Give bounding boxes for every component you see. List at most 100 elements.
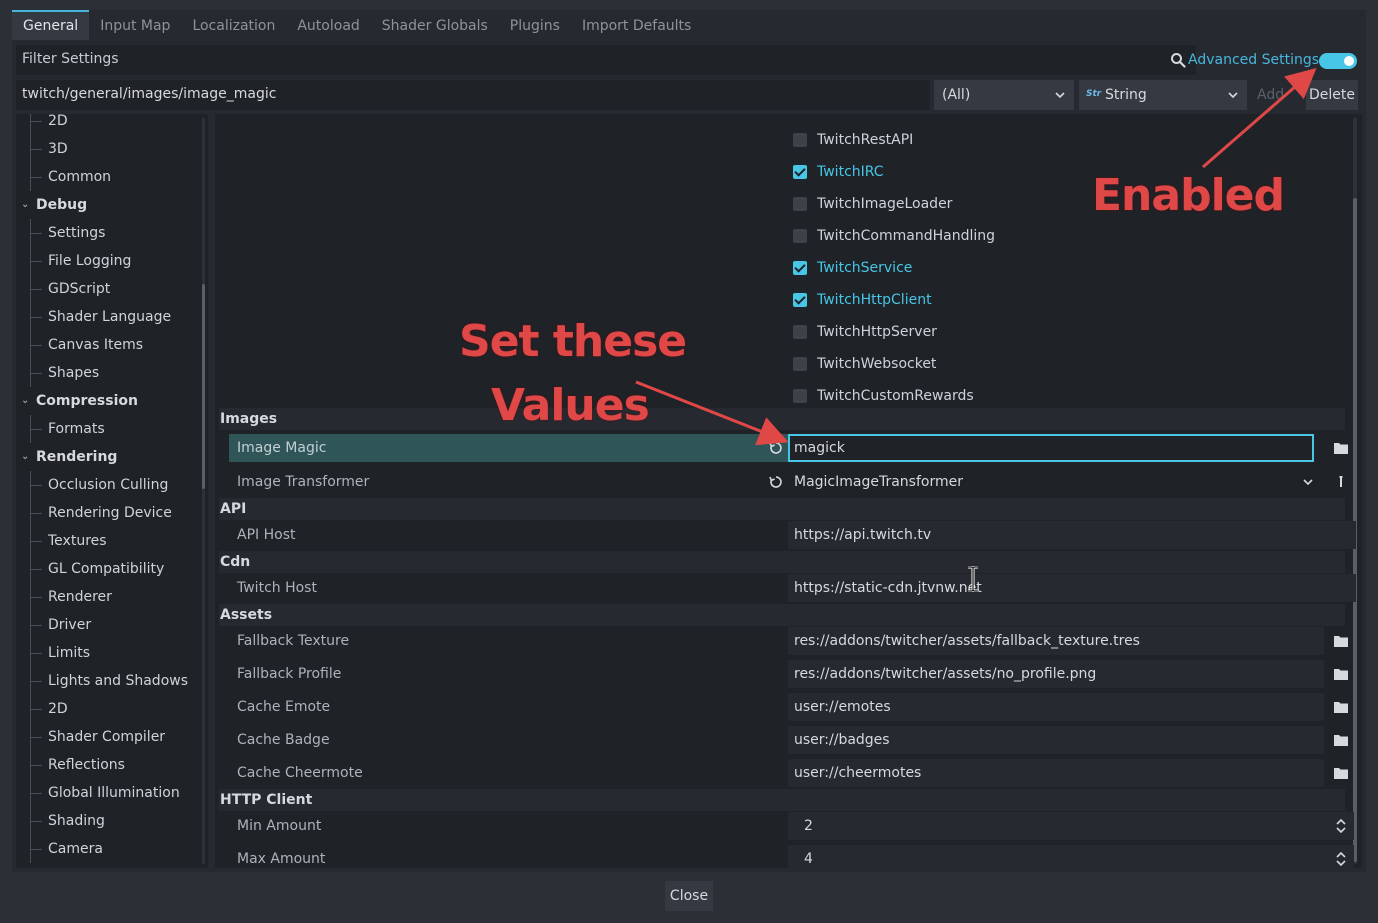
sidebar-item-2d[interactable]: 2D <box>16 695 202 723</box>
sidebar-item-shader-language[interactable]: Shader Language <box>16 303 202 331</box>
sidebar-item-shading[interactable]: Shading <box>16 807 202 835</box>
sidebar-item-textures[interactable]: Textures <box>16 527 202 555</box>
fallback-texture-folder-button[interactable] <box>1328 627 1354 655</box>
checkbox-unchecked-icon[interactable] <box>793 325 807 339</box>
image-magic-input[interactable]: magick <box>788 434 1314 462</box>
sidebar-item-camera[interactable]: Camera <box>16 835 202 863</box>
plugin-checkbox-row[interactable]: TwitchCommandHandling <box>793 222 995 250</box>
checkbox-unchecked-icon[interactable] <box>793 133 807 147</box>
plugin-checkbox-row[interactable]: TwitchWebsocket <box>793 350 936 378</box>
scope-dropdown[interactable]: (All) <box>934 80 1074 110</box>
plugin-checkbox-row[interactable]: TwitchRestAPI <box>793 126 913 154</box>
sidebar-item-gl-compatibility[interactable]: GL Compatibility <box>16 555 202 583</box>
chevron-down-icon[interactable]: ⌄ <box>21 387 29 415</box>
add-button[interactable]: Add <box>1257 87 1284 103</box>
plugin-checkbox-row[interactable]: TwitchHttpServer <box>793 318 937 346</box>
cache-cheermote-value: user://cheermotes <box>794 765 922 781</box>
sidebar-item-label: Limits <box>48 645 90 661</box>
cache-cheermote-input[interactable]: user://cheermotes <box>788 759 1324 787</box>
prop-image-transformer-label: Image Transformer <box>237 474 370 490</box>
fallback-profile-folder-button[interactable] <box>1328 660 1354 688</box>
plugin-checkbox-row[interactable]: TwitchHttpClient <box>793 286 932 314</box>
checkbox-unchecked-icon[interactable] <box>793 357 807 371</box>
sidebar-item-rendering-device[interactable]: Rendering Device <box>16 499 202 527</box>
tab-autoload[interactable]: Autoload <box>286 10 370 40</box>
fallback-profile-input[interactable]: res://addons/twitcher/assets/no_profile.… <box>788 660 1324 688</box>
sidebar-item-label: Shader Compiler <box>48 729 166 745</box>
checkbox-unchecked-icon[interactable] <box>793 389 807 403</box>
sidebar-scrollbar-thumb[interactable] <box>202 284 205 489</box>
sidebar-item-debug[interactable]: ⌄ Debug <box>16 191 202 219</box>
cache-badge-input[interactable]: user://badges <box>788 726 1324 754</box>
close-button[interactable]: Close <box>665 881 713 911</box>
sidebar-item-shader-compiler[interactable]: Shader Compiler <box>16 723 202 751</box>
delete-button[interactable]: Delete <box>1306 80 1358 110</box>
advanced-settings-toggle[interactable] <box>1319 53 1357 69</box>
tab-general[interactable]: General <box>12 10 90 40</box>
sidebar-item-shapes[interactable]: Shapes <box>16 359 202 387</box>
tab-import-defaults[interactable]: Import Defaults <box>571 10 702 40</box>
sidebar-item-canvas-items[interactable]: Canvas Items <box>16 331 202 359</box>
checkbox-checked-icon[interactable] <box>793 261 807 275</box>
min-amount-spinbox[interactable]: 2 <box>788 812 1354 840</box>
revert-icon[interactable] <box>768 440 784 456</box>
plugin-checkbox-row[interactable]: TwitchIRC <box>793 158 884 186</box>
filter-settings-input[interactable]: Filter Settings <box>16 45 1196 75</box>
twitch-host-input[interactable]: https://static-cdn.jtvnw.net <box>788 574 1356 602</box>
folder-icon <box>1334 669 1348 680</box>
cache-emote-folder-button[interactable] <box>1328 693 1354 721</box>
image-transformer-options-button[interactable] <box>1328 468 1354 496</box>
checkbox-checked-icon[interactable] <box>793 293 807 307</box>
chevron-down-icon[interactable]: ⌄ <box>21 191 29 219</box>
revert-icon[interactable] <box>768 474 784 490</box>
image-transformer-dropdown[interactable]: MagicImageTransformer <box>788 468 1328 496</box>
cache-cheermote-folder-button[interactable] <box>1328 759 1354 787</box>
sidebar-scrollbar-track[interactable] <box>202 118 205 864</box>
checkbox-unchecked-icon[interactable] <box>793 229 807 243</box>
cache-emote-value: user://emotes <box>794 699 891 715</box>
tab-localization[interactable]: Localization <box>181 10 286 40</box>
folder-icon <box>1334 735 1348 746</box>
scope-dropdown-label: (All) <box>942 87 971 103</box>
stepper-icon[interactable] <box>1336 818 1346 834</box>
fallback-texture-input[interactable]: res://addons/twitcher/assets/fallback_te… <box>788 627 1324 655</box>
sidebar-item-global-illumination[interactable]: Global Illumination <box>16 779 202 807</box>
sidebar-item-common[interactable]: Common <box>16 163 202 191</box>
cache-emote-input[interactable]: user://emotes <box>788 693 1324 721</box>
settings-inspector: Images Image Magic magick Image Transfor… <box>215 114 1362 868</box>
sidebar-item-compression[interactable]: ⌄ Compression <box>16 387 202 415</box>
tab-input-map[interactable]: Input Map <box>89 10 181 40</box>
api-host-input[interactable]: https://api.twitch.tv <box>788 521 1356 549</box>
sidebar-item-driver[interactable]: Driver <box>16 611 202 639</box>
sidebar-item-occlusion-culling[interactable]: Occlusion Culling <box>16 471 202 499</box>
sidebar-item-limits[interactable]: Limits <box>16 639 202 667</box>
stepper-icon[interactable] <box>1336 851 1346 867</box>
sidebar-item-2d[interactable]: 2D <box>16 114 202 135</box>
max-amount-spinbox[interactable]: 4 <box>788 845 1354 868</box>
image-magic-folder-button[interactable] <box>1328 434 1354 462</box>
plugin-checkbox-row[interactable]: TwitchImageLoader <box>793 190 952 218</box>
sidebar-item-reflections[interactable]: Reflections <box>16 751 202 779</box>
sidebar-item-rendering[interactable]: ⌄ Rendering <box>16 443 202 471</box>
plugin-checkbox-row[interactable]: TwitchCustomRewards <box>793 382 974 410</box>
search-icon <box>1171 53 1186 68</box>
sidebar-item-label: Global Illumination <box>48 785 180 801</box>
sidebar-item-settings[interactable]: Settings <box>16 219 202 247</box>
sidebar-item-gdscript[interactable]: GDScript <box>16 275 202 303</box>
group-api: API <box>219 498 1345 520</box>
sidebar-item-renderer[interactable]: Renderer <box>16 583 202 611</box>
cache-badge-folder-button[interactable] <box>1328 726 1354 754</box>
plugin-checkbox-row[interactable]: TwitchService <box>793 254 912 282</box>
checkbox-checked-icon[interactable] <box>793 165 807 179</box>
sidebar-item-formats[interactable]: Formats <box>16 415 202 443</box>
tab-shader-globals[interactable]: Shader Globals <box>371 10 499 40</box>
setting-path-input[interactable]: twitch/general/images/image_magic <box>16 80 930 110</box>
sidebar-item-3d[interactable]: 3D <box>16 135 202 163</box>
prop-image-magic-label[interactable]: Image Magic <box>229 434 789 462</box>
checkbox-unchecked-icon[interactable] <box>793 197 807 211</box>
sidebar-item-file-logging[interactable]: File Logging <box>16 247 202 275</box>
type-dropdown[interactable]: Str String <box>1079 80 1247 110</box>
sidebar-item-lights-and-shadows[interactable]: Lights and Shadows <box>16 667 202 695</box>
chevron-down-icon[interactable]: ⌄ <box>21 443 29 471</box>
tab-plugins[interactable]: Plugins <box>499 10 571 40</box>
